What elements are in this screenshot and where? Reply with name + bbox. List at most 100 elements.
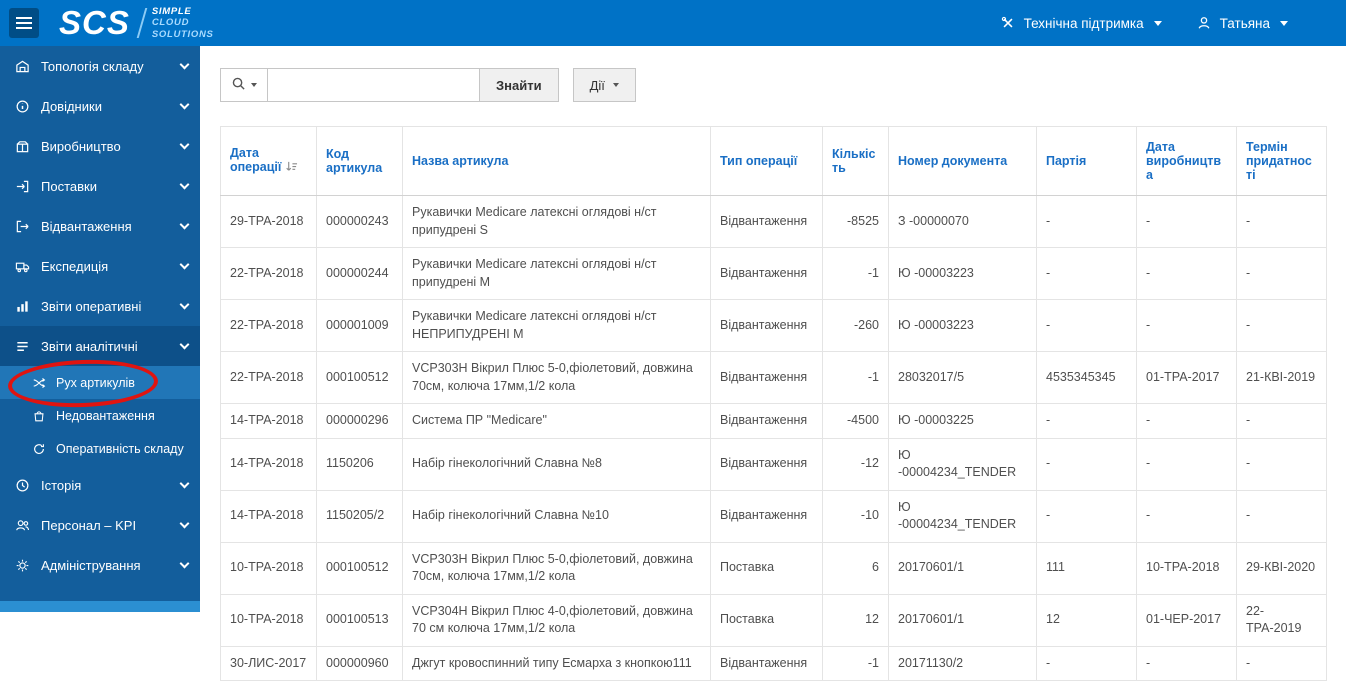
cell-quantity: 6 [822,541,889,595]
tools-icon [1000,16,1017,30]
search-button[interactable]: Знайти [479,68,559,102]
chevron-down-icon [179,478,190,489]
table-row[interactable]: 14-ТРА-2018 1150205/2 Набір гінекологічний… [220,489,1327,543]
caret-down-icon [1153,20,1162,26]
column-header-document-number[interactable]: Номер документа [888,126,1037,196]
cell-article-code: 000000243 [316,195,403,248]
sidebar-item-directories[interactable]: Довідники [0,86,200,126]
sidebar-item-history[interactable]: Історія [0,465,200,505]
cell-quantity: -10 [822,489,889,543]
table-row[interactable]: 14-ТРА-2018 000000296 Система ПР "Medicare… [220,403,1327,439]
cell-production-date: - [1136,195,1237,248]
cell-operation-date: 22-ТРА-2018 [220,247,317,300]
cell-operation-type: Відвантаження [710,195,823,248]
cell-article-name: Рукавички Medicare латексні оглядові н/с… [402,299,711,352]
user-menu[interactable]: Татьяна [1196,16,1288,31]
cell-operation-date: 30-ЛИС-2017 [220,645,317,681]
cell-operation-date: 14-ТРА-2018 [220,403,317,439]
bar-chart-icon [14,299,31,314]
cell-batch: - [1036,247,1137,300]
cell-batch: 4535345345 [1036,351,1137,404]
column-header-article-code[interactable]: Код артикула [316,126,403,196]
support-menu[interactable]: Технічна підтримка [1000,16,1162,31]
sidebar-item-expedition[interactable]: Експедиція [0,246,200,286]
people-icon [14,518,31,533]
column-header-production-date[interactable]: Дата виробництва [1136,126,1237,196]
cell-quantity: 12 [822,593,889,647]
sidebar-item-label: Адміністрування [41,557,141,573]
cell-article-code: 000100512 [316,541,403,595]
cell-operation-date: 10-ТРА-2018 [220,541,317,595]
chevron-down-icon [179,99,190,110]
sidebar-item-supplies[interactable]: Поставки [0,166,200,206]
sidebar-item-topology[interactable]: Топологія складу [0,46,200,86]
caret-down-icon [612,83,619,87]
cell-expiry-date: - [1236,195,1327,248]
lines-icon [14,339,31,354]
sidebar-item-operational-reports[interactable]: Звіти оперативні [0,286,200,326]
cell-quantity: -260 [822,299,889,352]
search-input[interactable] [268,68,480,102]
column-header-operation-date[interactable]: Дата операції [220,126,317,196]
sidebar-subitem-label: Недовантаження [56,408,155,423]
cell-article-name: Система ПР "Medicare" [402,403,711,439]
cell-operation-date: 14-ТРА-2018 [220,437,317,491]
column-header-batch[interactable]: Партія [1036,126,1137,196]
sidebar-item-label: Персонал – KPI [41,517,137,533]
cell-operation-type: Відвантаження [710,299,823,352]
hamburger-menu-button[interactable] [9,8,39,38]
cell-quantity: -12 [822,437,889,491]
cell-operation-type: Відвантаження [710,247,823,300]
person-icon [1196,16,1213,30]
chevron-down-icon [179,139,190,150]
cell-batch: 111 [1036,541,1137,595]
cell-expiry-date: - [1236,645,1327,681]
sidebar-item-analytical-reports[interactable]: Звіти аналітичні [0,326,200,366]
search-scope-button[interactable] [220,68,268,102]
sidebar-item-shipments[interactable]: Відвантаження [0,206,200,246]
table-row[interactable]: 10-ТРА-2018 000100512 VCP303H Вікрил Плюс … [220,541,1327,595]
table-body: 29-ТРА-2018 000000243 Рукавички Medicare л… [220,195,1327,681]
cell-article-name: Рукавички Medicare латексні оглядові н/с… [402,247,711,300]
article-movement-table: Дата операції Код артикула Назва артикул… [220,126,1327,681]
sidebar-item-label: Історія [41,477,82,493]
topbar: SCS SIMPLE CLOUD SOLUTIONS Технічна підт… [0,0,1346,46]
cell-production-date: 01-ТРА-2017 [1136,351,1237,404]
chevron-down-icon [179,558,190,569]
chevron-down-icon [179,59,190,70]
cell-article-name: Набір гінекологічний Славна №10 [402,489,711,543]
cell-article-name: Джгут кровоспинний типу Есмарха з кнопко… [402,645,711,681]
sidebar-item-label: Топологія складу [41,58,144,74]
search-icon [231,76,246,94]
sidebar-item-label: Виробництво [41,138,121,154]
cell-article-name: VCP303H Вікрил Плюс 5-0,фіолетовий, довж… [402,351,711,404]
table-row[interactable]: 22-ТРА-2018 000001009 Рукавички Medicare л… [220,299,1327,352]
sidebar: Топологія складу Довідники Виробництво П… [0,46,200,612]
sidebar-item-label: Довідники [41,98,102,114]
cell-production-date: - [1136,645,1237,681]
sidebar-item-administration[interactable]: Адміністрування [0,545,200,585]
cell-document-number: 20170601/1 [888,593,1037,647]
column-header-quantity[interactable]: Кількість [822,126,889,196]
actions-button[interactable]: Дії [572,68,636,102]
cell-article-code: 1150205/2 [316,489,403,543]
sidebar-subitem-article-movement[interactable]: Рух артикулів [0,366,200,399]
cell-production-date: - [1136,437,1237,491]
table-row[interactable]: 10-ТРА-2018 000100513 VCP304H Вікрил Плюс … [220,593,1327,647]
table-row[interactable]: 29-ТРА-2018 000000243 Рукавички Medicare л… [220,195,1327,248]
column-header-operation-type[interactable]: Тип операції [710,126,823,196]
table-row[interactable]: 22-ТРА-2018 000100512 VCP303H Вікрил Плюс … [220,351,1327,404]
table-row[interactable]: 22-ТРА-2018 000000244 Рукавички Medicare л… [220,247,1327,300]
sidebar-item-personnel-kpi[interactable]: Персонал – KPI [0,505,200,545]
table-row[interactable]: 30-ЛИС-2017 000000960 Джгут кровоспинний т… [220,645,1327,681]
cell-document-number: Ю -00003223 [888,299,1037,352]
sidebar-subitem-warehouse-efficiency[interactable]: Оперативність складу [0,432,200,465]
sidebar-subitem-underloading[interactable]: Недовантаження [0,399,200,432]
table-row[interactable]: 14-ТРА-2018 1150206 Набір гінекологічний С… [220,437,1327,491]
column-header-expiry-date[interactable]: Термін придатності [1236,126,1327,196]
cycle-icon [30,442,47,456]
sidebar-item-production[interactable]: Виробництво [0,126,200,166]
actions-button-label: Дії [589,77,605,93]
column-header-article-name[interactable]: Назва артикула [402,126,711,196]
cell-article-code: 000001009 [316,299,403,352]
